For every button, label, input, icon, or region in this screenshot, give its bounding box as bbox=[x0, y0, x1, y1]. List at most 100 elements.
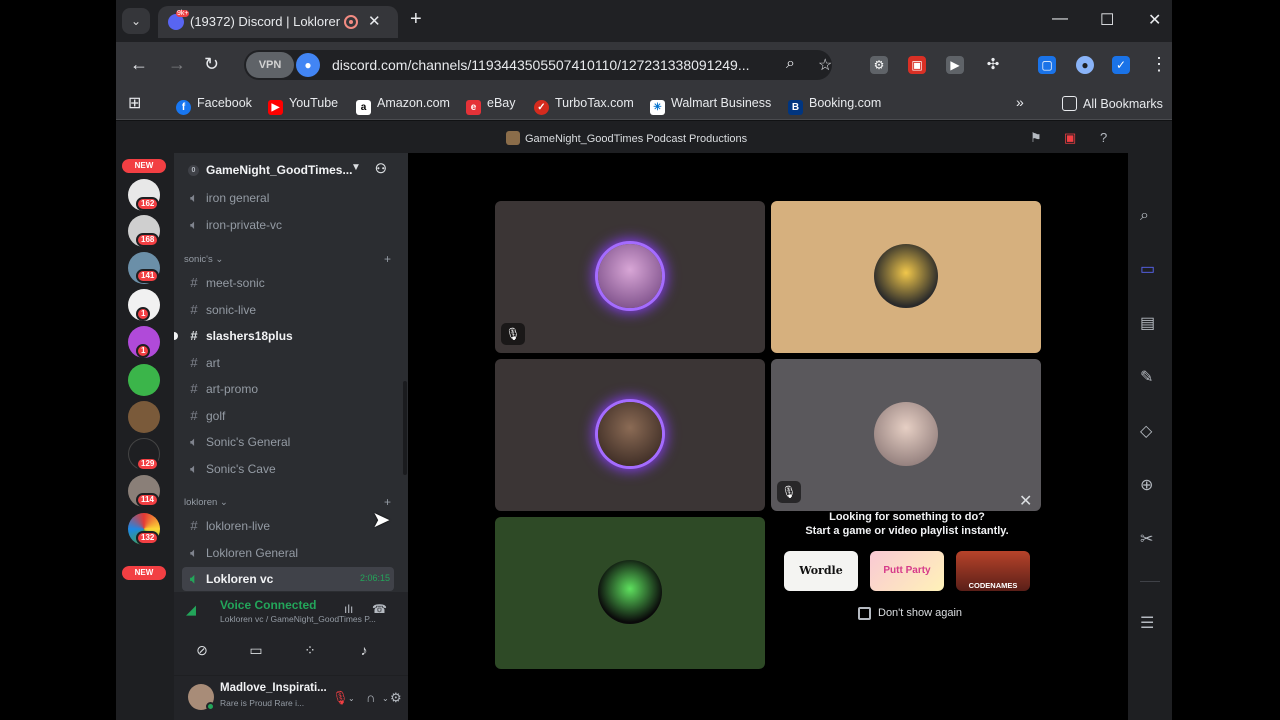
participant-tile[interactable] bbox=[771, 201, 1041, 353]
channel-item[interactable]: # lokloren-live bbox=[182, 514, 394, 538]
menu-dots-icon[interactable]: ⋮ bbox=[1150, 54, 1168, 75]
activities-button[interactable]: ⁘ bbox=[286, 634, 334, 666]
soundboard-button[interactable]: ♪ bbox=[340, 634, 388, 666]
bookmark-star-icon[interactable]: ☆ bbox=[818, 55, 832, 75]
extension-gear-icon[interactable]: ⚙ bbox=[870, 56, 888, 74]
bookmark-amazon[interactable]: a Amazon.com bbox=[356, 96, 450, 115]
channel-item[interactable]: # meet-sonic bbox=[182, 271, 394, 295]
participant-tile[interactable] bbox=[495, 517, 765, 669]
more-bookmarks-icon[interactable]: » bbox=[1016, 94, 1024, 110]
mic-icon[interactable]: ● bbox=[296, 53, 320, 77]
apps-grid-icon[interactable]: ⊞ bbox=[128, 93, 141, 113]
maximize-button[interactable]: ☐ bbox=[1100, 10, 1114, 30]
voice-status[interactable]: Voice Connected bbox=[220, 598, 316, 612]
server-header[interactable]: 0 GameNight_GoodTimes... ▼ ⚇ bbox=[174, 153, 408, 187]
forward-icon[interactable]: → bbox=[168, 54, 186, 75]
dont-show-checkbox[interactable] bbox=[858, 607, 871, 620]
channel-item[interactable]: # sonic-live bbox=[182, 298, 394, 322]
back-icon[interactable]: ← bbox=[130, 54, 148, 75]
channel-item[interactable]: 🔈︎ Sonic's General bbox=[182, 430, 394, 454]
inbox-icon[interactable]: ▣ bbox=[1064, 130, 1076, 146]
channel-item[interactable]: 🔈︎ Lokloren General bbox=[182, 541, 394, 565]
search-icon[interactable]: ⌕ bbox=[1140, 207, 1149, 225]
bookmark-facebook[interactable]: f Facebook bbox=[176, 96, 252, 115]
headphones-icon[interactable]: ∩ bbox=[366, 690, 375, 705]
document-icon[interactable]: ▤ bbox=[1140, 313, 1155, 333]
tag-icon[interactable]: ◇ bbox=[1140, 421, 1152, 441]
vpn-button[interactable]: VPN bbox=[246, 52, 294, 78]
bookmarks-bar: ⊞ f Facebook ▶ YouTube a Amazon.com e eBay ✓… bbox=[116, 88, 1172, 120]
extension-lock-icon[interactable]: ▣ bbox=[908, 56, 926, 74]
reload-icon[interactable]: ↻ bbox=[204, 54, 219, 75]
all-bookmarks-folder[interactable]: All Bookmarks bbox=[1062, 96, 1163, 111]
channel-item[interactable]: 🔈︎ Sonic's Cave bbox=[182, 457, 394, 481]
active-tab[interactable]: 9k+ (19372) Discord | Lokloren v ✕ bbox=[158, 6, 398, 38]
online-status-icon bbox=[206, 702, 215, 711]
url-text[interactable]: discord.com/channels/1193443505507410110… bbox=[332, 57, 772, 73]
game-putt-party[interactable]: Putt Party bbox=[870, 551, 944, 591]
server-icon[interactable] bbox=[128, 364, 160, 396]
disconnect-icon[interactable]: ☎ bbox=[372, 602, 387, 616]
divider bbox=[1140, 581, 1160, 582]
voice-channel-path[interactable]: Lokloren vc / GameNight_GoodTimes P... bbox=[220, 614, 388, 624]
extension-check-icon[interactable]: ✓ bbox=[1112, 56, 1130, 74]
help-icon[interactable]: ? bbox=[1100, 130, 1107, 145]
channel-item[interactable]: 🔈︎ iron-private-vc bbox=[182, 213, 394, 237]
sliders-icon[interactable]: ☰ bbox=[1140, 613, 1154, 633]
add-user-icon[interactable]: ⚇ bbox=[375, 161, 387, 177]
tools-icon[interactable]: ✂ bbox=[1140, 529, 1153, 549]
avatar bbox=[598, 402, 662, 466]
settings-gear-icon[interactable]: ⚙ bbox=[390, 690, 402, 706]
bookmark-ebay[interactable]: e eBay bbox=[466, 96, 516, 115]
gamepad-icon[interactable]: ⊕ bbox=[1140, 475, 1153, 495]
custom-status[interactable]: Rare is Proud Rare i... bbox=[220, 698, 330, 708]
chevron-down-icon[interactable]: ⌄ bbox=[348, 694, 355, 703]
channel-item[interactable]: 🔈︎ iron general bbox=[182, 186, 394, 210]
zoom-icon[interactable]: ⌕ bbox=[786, 55, 795, 73]
participant-tile[interactable]: 🎙︎ bbox=[495, 201, 765, 353]
scrollbar[interactable] bbox=[403, 381, 407, 475]
tab-search-button[interactable]: ⌄ bbox=[122, 8, 150, 34]
chevron-down-icon[interactable]: ⌄ bbox=[382, 694, 389, 703]
signal-icon[interactable]: ◢ bbox=[186, 602, 196, 618]
channel-item-active[interactable]: 🔈︎ Lokloren vc 2:06:15 bbox=[182, 567, 394, 591]
extension-video-icon[interactable]: ▶ bbox=[946, 56, 964, 74]
participant-tile[interactable] bbox=[495, 359, 765, 511]
browser-window: ⌄ 9k+ (19372) Discord | Lokloren v ✕ + —… bbox=[116, 0, 1172, 720]
channel-item[interactable]: # golf bbox=[182, 404, 394, 428]
profile-avatar-icon[interactable]: ● bbox=[1076, 56, 1094, 74]
channel-item[interactable]: # art-promo bbox=[182, 377, 394, 401]
chat-icon[interactable]: ▭ bbox=[1140, 259, 1155, 279]
minimize-button[interactable]: — bbox=[1052, 10, 1068, 28]
mention-badge: 141 bbox=[136, 269, 160, 283]
tab-close-icon[interactable]: ✕ bbox=[368, 12, 381, 30]
server-icon[interactable] bbox=[128, 401, 160, 433]
edit-icon[interactable]: ✎ bbox=[1140, 367, 1153, 387]
screen-share-button[interactable]: ▭ bbox=[232, 634, 280, 666]
address-bar[interactable]: VPN ● discord.com/channels/1193443505507… bbox=[244, 50, 832, 80]
close-icon[interactable]: ✕ bbox=[1019, 491, 1032, 511]
noise-suppression-icon[interactable]: ılı bbox=[344, 602, 353, 616]
mic-muted-icon[interactable]: 🎙︎ bbox=[332, 690, 349, 706]
channel-item[interactable]: # slashers18plus bbox=[174, 324, 394, 348]
game-codenames[interactable]: CODENAMES ONLINE bbox=[956, 551, 1030, 591]
category-lokloren[interactable]: lokloren ⌄ bbox=[184, 497, 228, 508]
channel-item[interactable]: # art bbox=[182, 351, 394, 375]
turbotax-icon: ✓ bbox=[534, 100, 549, 115]
add-channel-icon[interactable]: + bbox=[384, 252, 391, 266]
camera-off-button[interactable]: ⊘ bbox=[178, 634, 226, 666]
sidepanel-icon[interactable]: ▢ bbox=[1038, 56, 1056, 74]
close-window-button[interactable]: ✕ bbox=[1148, 10, 1161, 30]
category-sonics[interactable]: sonic's ⌄ bbox=[184, 254, 223, 265]
username[interactable]: Madlove_Inspirati... bbox=[220, 682, 330, 694]
bookmark-walmart[interactable]: ✳ Walmart Business bbox=[650, 96, 771, 115]
extensions-puzzle-icon[interactable]: ✣ bbox=[984, 56, 1002, 74]
flag-icon[interactable]: ⚑ bbox=[1030, 130, 1042, 146]
bookmark-booking[interactable]: B Booking.com bbox=[788, 96, 881, 115]
dont-show-label[interactable]: Don't show again bbox=[878, 607, 962, 619]
game-wordle[interactable]: Wordle bbox=[784, 551, 858, 591]
new-tab-button[interactable]: + bbox=[410, 8, 422, 31]
bookmark-turbotax[interactable]: ✓ TurboTax.com bbox=[534, 96, 634, 115]
bookmark-youtube[interactable]: ▶ YouTube bbox=[268, 96, 338, 115]
chevron-down-icon[interactable]: ▼ bbox=[351, 162, 361, 173]
